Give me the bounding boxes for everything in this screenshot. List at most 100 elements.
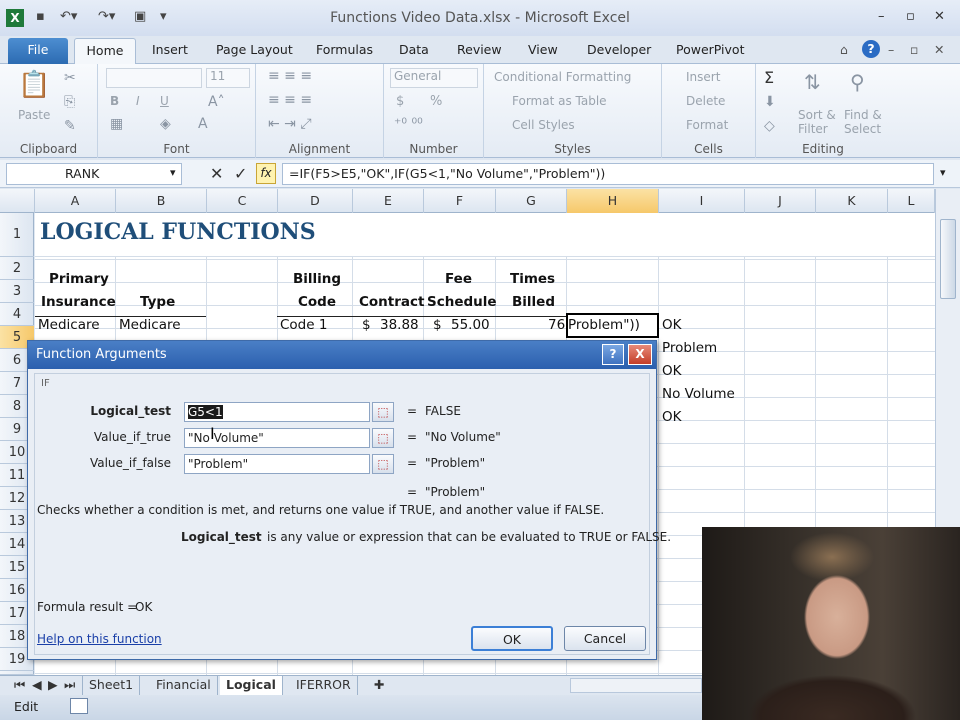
collapse-dialog-button[interactable]: ⬚ <box>372 428 394 448</box>
conditional-formatting-button[interactable]: Conditional Formatting <box>494 70 631 84</box>
confirm-entry-icon[interactable]: ✓ <box>234 164 247 183</box>
find-select-label-1[interactable]: Find & <box>844 108 882 122</box>
tab-file[interactable]: File <box>8 38 68 64</box>
tab-data[interactable]: Data <box>399 42 429 57</box>
tab-developer[interactable]: Developer <box>587 42 651 57</box>
sort-filter-icon[interactable]: ⇅ <box>804 70 821 94</box>
fill-color-icon[interactable]: ◈ <box>160 116 171 132</box>
macro-record-icon[interactable] <box>70 698 88 714</box>
collapse-dialog-button[interactable]: ⬚ <box>372 402 394 422</box>
column-header[interactable]: B <box>116 189 207 213</box>
format-as-table-button[interactable]: Format as Table <box>512 94 607 108</box>
column-header[interactable]: E <box>353 189 424 213</box>
help-on-function-link[interactable]: Help on this function <box>37 632 162 646</box>
scroll-thumb[interactable] <box>940 219 956 299</box>
formula-input[interactable]: =IF(F5>E5,"OK",IF(G5<1,"No Volume","Prob… <box>282 163 934 185</box>
font-size-select[interactable]: 11 <box>206 68 250 88</box>
column-header[interactable]: G <box>496 189 567 213</box>
workbook-minimize-icon[interactable]: – <box>888 42 894 57</box>
tab-view[interactable]: View <box>528 42 558 57</box>
tab-insert[interactable]: Insert <box>152 42 188 57</box>
sheet-tab-active[interactable]: Logical <box>220 676 283 695</box>
tab-powerpivot[interactable]: PowerPivot <box>676 42 744 57</box>
autosum-icon[interactable]: Σ <box>764 68 774 87</box>
find-select-label-2[interactable]: Select <box>844 122 881 136</box>
row-header[interactable]: 1 <box>0 213 34 257</box>
dialog-close-button[interactable]: X <box>628 344 652 365</box>
sort-filter-label-1[interactable]: Sort & <box>798 108 836 122</box>
copy-icon[interactable]: ⎘ <box>64 94 75 110</box>
font-name-select[interactable] <box>106 68 202 88</box>
cell-g5[interactable]: 76 <box>548 317 565 333</box>
column-header-active[interactable]: H <box>567 189 659 213</box>
cut-icon[interactable]: ✂ <box>64 70 76 86</box>
column-header[interactable]: A <box>35 189 116 213</box>
insert-cells-button[interactable]: Insert <box>686 70 720 84</box>
column-header[interactable]: L <box>888 189 935 213</box>
tab-review[interactable]: Review <box>457 42 502 57</box>
align-top-icon[interactable]: ≡ ≡ ≡ <box>268 68 312 84</box>
last-sheet-icon[interactable]: ⏭ <box>58 676 81 695</box>
help-icon[interactable]: ? <box>862 40 880 58</box>
number-format-select[interactable]: General <box>390 68 478 88</box>
grow-font-icon[interactable]: A˄ <box>208 94 225 110</box>
cell-a5[interactable]: Medicare <box>38 317 100 333</box>
sort-filter-label-2[interactable]: Filter <box>798 122 828 136</box>
select-all-corner[interactable] <box>0 189 35 213</box>
tab-page-layout[interactable]: Page Layout <box>216 42 293 57</box>
tab-home[interactable]: Home <box>74 38 136 65</box>
cell-e5[interactable]: 38.88 <box>380 317 419 333</box>
close-window-icon[interactable]: ✕ <box>934 9 945 24</box>
format-cells-button[interactable]: Format <box>686 118 728 132</box>
format-painter-icon[interactable]: ✎ <box>64 118 76 134</box>
cell-i8[interactable]: No Volume <box>662 386 735 402</box>
cell-i9[interactable]: OK <box>662 409 681 425</box>
cell-b5[interactable]: Medicare <box>119 317 181 333</box>
indent-icon[interactable]: ⇤ ⇥ ⤢ <box>268 116 312 132</box>
paste-icon[interactable]: 📋 <box>18 70 50 100</box>
minimize-ribbon-icon[interactable]: ⌂ <box>840 42 848 57</box>
dialog-title-bar[interactable]: Function Arguments ? X <box>28 341 656 369</box>
font-color-icon[interactable]: A <box>198 116 208 132</box>
currency-button[interactable]: $ <box>396 94 404 109</box>
dialog-help-button[interactable]: ? <box>602 344 624 365</box>
binoculars-icon[interactable]: ⚲ <box>850 70 865 94</box>
restore-icon[interactable]: ▫ <box>906 9 915 24</box>
column-header[interactable]: D <box>278 189 353 213</box>
name-box-dropdown-icon[interactable]: ▾ <box>170 166 176 179</box>
borders-icon[interactable]: ▦ <box>110 116 123 132</box>
row-header[interactable]: 2 <box>0 257 34 280</box>
paste-label[interactable]: Paste <box>18 108 50 122</box>
cell-d5[interactable]: Code 1 <box>280 317 327 333</box>
cell-i5[interactable]: OK <box>662 317 681 333</box>
fill-icon[interactable]: ⬇ <box>764 94 776 110</box>
row-header[interactable]: 3 <box>0 280 34 303</box>
cell-i6[interactable]: Problem <box>662 340 717 356</box>
cell-styles-button[interactable]: Cell Styles <box>512 118 575 132</box>
bold-button[interactable]: B <box>110 94 119 108</box>
cell-f5[interactable]: 55.00 <box>451 317 490 333</box>
delete-cells-button[interactable]: Delete <box>686 94 725 108</box>
column-header[interactable]: K <box>816 189 888 213</box>
arg-input-value-if-false[interactable]: "Problem" <box>184 454 370 474</box>
ok-button[interactable]: OK <box>471 626 553 651</box>
underline-button[interactable]: U <box>160 94 169 108</box>
column-header[interactable]: C <box>207 189 278 213</box>
sheet-tab[interactable]: Financial <box>150 676 218 695</box>
align-left-icon[interactable]: ≡ ≡ ≡ <box>268 92 312 108</box>
cancel-button[interactable]: Cancel <box>564 626 646 651</box>
clear-icon[interactable]: ◇ <box>764 118 775 134</box>
workbook-close-icon[interactable]: ✕ <box>934 42 944 57</box>
insert-function-icon[interactable]: fx <box>256 163 276 184</box>
insert-sheet-icon[interactable]: ✚ <box>368 676 390 695</box>
cancel-entry-icon[interactable]: ✕ <box>210 164 223 183</box>
column-header[interactable]: I <box>659 189 745 213</box>
minimize-icon[interactable]: – <box>878 9 885 24</box>
tab-formulas[interactable]: Formulas <box>316 42 373 57</box>
sheet-tab[interactable]: Sheet1 <box>82 676 141 695</box>
workbook-restore-icon[interactable]: ▫ <box>910 42 918 57</box>
arg-input-logical-test[interactable]: G5<1 <box>184 402 370 422</box>
percent-button[interactable]: % <box>430 94 442 109</box>
italic-button[interactable]: I <box>136 94 140 108</box>
column-header[interactable]: F <box>424 189 496 213</box>
